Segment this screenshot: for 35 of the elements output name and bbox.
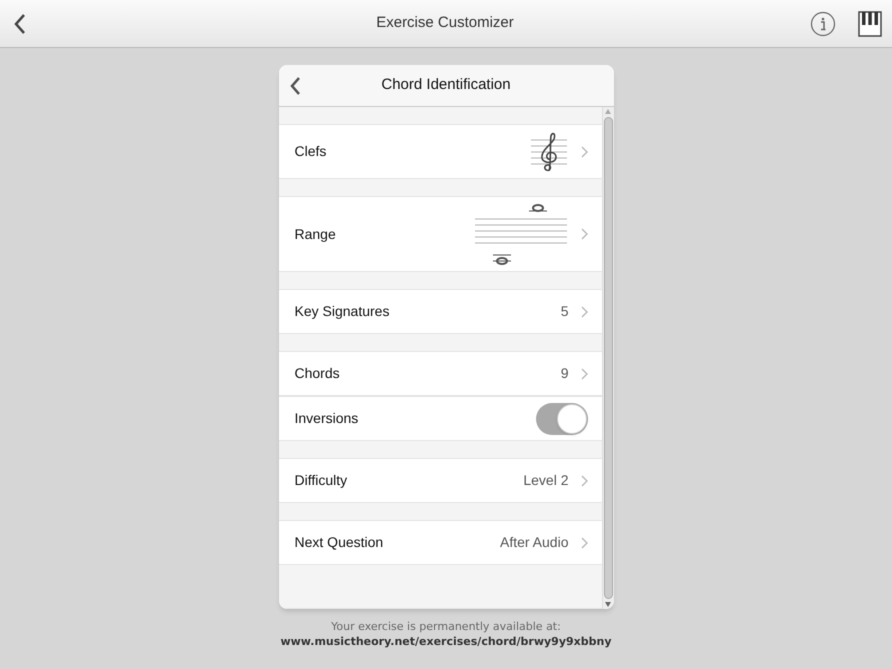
chevron-icon — [580, 368, 588, 380]
info-button[interactable] — [810, 10, 836, 36]
settings-row[interactable]: Next Question After Audio — [278, 520, 602, 565]
row-label: Difficulty — [294, 471, 348, 490]
row-label: Clefs — [294, 142, 328, 161]
row-label: Key Signatures — [294, 302, 390, 321]
piano-icon[interactable] — [858, 10, 882, 36]
screen-title: Exercise Customizer — [376, 13, 514, 34]
scrollbar[interactable] — [602, 107, 614, 609]
scroll-down-icon[interactable] — [605, 602, 611, 607]
chevron-icon — [580, 306, 588, 318]
panel-title: Chord Identification — [381, 75, 511, 96]
exercise-link[interactable]: www.musictheory.net/exercises/chord/brwy9y9xbbny — [280, 634, 612, 649]
row-label: Range — [294, 224, 337, 244]
settings-row[interactable]: Key Signatures 5 — [278, 289, 602, 334]
toggle-switch[interactable] — [536, 402, 588, 434]
row-value: After Audio — [500, 533, 568, 552]
row-value: 5 — [560, 302, 568, 321]
settings-row[interactable]: Difficulty Level 2 — [278, 458, 602, 503]
back-icon[interactable] — [288, 76, 300, 96]
chevron-icon — [580, 228, 588, 240]
row-label: Inversions — [294, 409, 360, 428]
chevron-icon — [580, 146, 588, 158]
chevron-icon — [580, 536, 588, 548]
row-label: Next Question — [294, 533, 384, 552]
row-label: Chords — [294, 364, 341, 383]
settings-row[interactable]: Range — [278, 196, 602, 272]
back-icon[interactable] — [13, 12, 27, 34]
availability-note: Your exercise is permanently available at: — [331, 619, 561, 634]
settings-row[interactable]: Chords 9 — [278, 351, 602, 396]
row-value: Level 2 — [523, 471, 568, 490]
row-value: 9 — [560, 364, 568, 383]
settings-row[interactable]: Clefs — [278, 124, 602, 179]
chevron-icon — [580, 474, 588, 486]
settings-row[interactable]: Inversions — [278, 396, 602, 441]
